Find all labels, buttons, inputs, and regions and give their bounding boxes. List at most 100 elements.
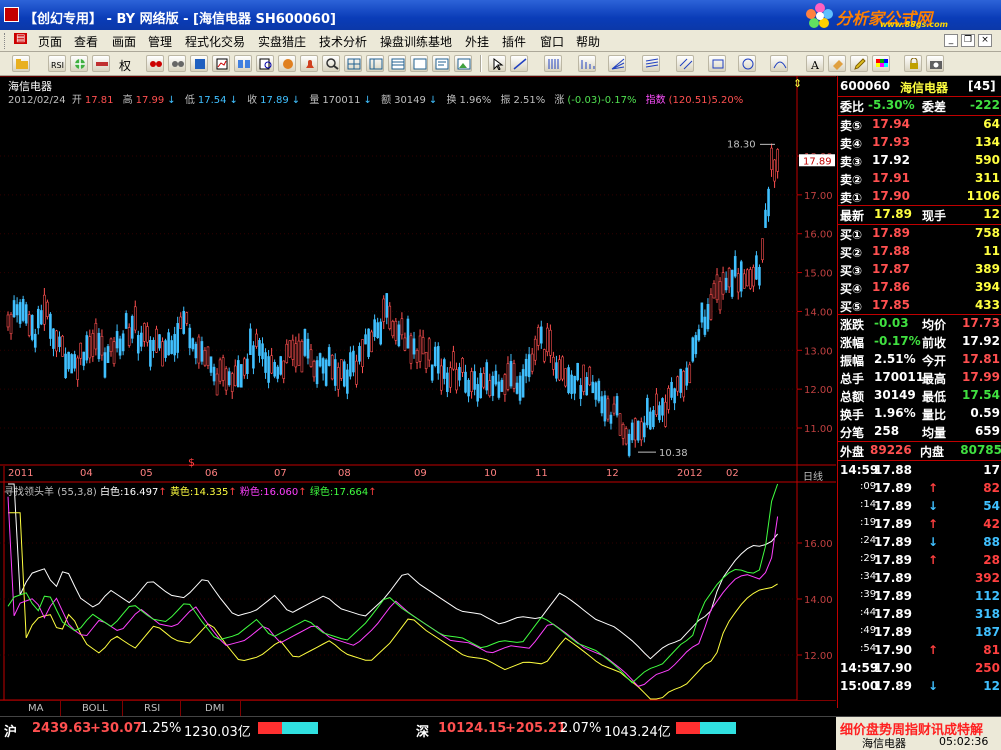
color-grid-icon[interactable]	[872, 55, 890, 72]
menu-item-manage[interactable]: 管理	[148, 33, 172, 50]
buy-level-label: 买⑤	[840, 300, 863, 314]
draw-multi-line-icon[interactable]	[544, 55, 562, 72]
menu-item-view[interactable]: 查看	[74, 33, 98, 50]
search-doc-icon[interactable]	[256, 55, 274, 72]
text-icon[interactable]: A	[806, 55, 824, 72]
draw-rect-icon[interactable]	[708, 55, 726, 72]
magnify-icon[interactable]	[322, 55, 340, 72]
candle-body	[746, 269, 749, 287]
price-tick-label: 11.00	[804, 424, 833, 435]
candle-body	[12, 300, 16, 318]
tick-arrow: ↑	[928, 553, 939, 567]
globe-icon[interactable]	[278, 55, 296, 72]
menu-item-page[interactable]: 页面	[38, 33, 62, 50]
tab-dmi[interactable]: DMI	[205, 703, 224, 714]
candle-body	[652, 410, 655, 428]
layout-icon[interactable]	[366, 55, 384, 72]
rsi-icon[interactable]: RSI	[48, 55, 66, 72]
glasses-icon[interactable]	[146, 55, 164, 72]
candle-body	[343, 361, 346, 387]
candle-body	[639, 421, 643, 441]
stat-label: 分笔	[840, 426, 865, 440]
candle-body	[191, 338, 195, 350]
bell-icon[interactable]	[300, 55, 318, 72]
stat-value: 170011	[874, 370, 925, 384]
draw-circle-icon[interactable]	[738, 55, 756, 72]
indicator-title: 寻找领头羊 (55,3,8) 白色:16.497↑ 黄色:14.335↑ 粉色:…	[4, 487, 377, 498]
open-book-icon[interactable]	[234, 55, 252, 72]
menu-item-help[interactable]: 帮助	[576, 33, 600, 50]
quan-label[interactable]: 权	[119, 57, 131, 74]
candle-body	[173, 334, 176, 356]
pointer-icon[interactable]	[488, 55, 506, 72]
crosshair-icon[interactable]	[70, 55, 88, 72]
link-icon[interactable]	[92, 55, 110, 72]
chart-panel[interactable]: 18.0017.0016.0015.0014.0013.0012.0011.00…	[0, 76, 836, 708]
draw-arc-icon[interactable]	[770, 55, 788, 72]
candle-body	[109, 338, 113, 352]
tick-arrow: ↓	[928, 499, 939, 513]
menu-item-training[interactable]: 操盘训练基地	[380, 33, 452, 50]
menu-doc-icon[interactable]: ▤	[14, 33, 28, 44]
menu-item-screen[interactable]: 画面	[112, 33, 136, 50]
period-label[interactable]: 日线	[803, 468, 823, 483]
candle-body	[509, 361, 513, 387]
tick-price: 17.89	[874, 481, 912, 495]
chart-canvas[interactable]: 18.0017.0016.0015.0014.0013.0012.0011.00…	[0, 76, 836, 708]
sell-price: 17.90	[872, 189, 910, 203]
mdi-minimize-button[interactable]: _	[944, 34, 958, 47]
indicator-yellow-label: 黄色:	[169, 487, 194, 498]
xianshou-label: 现手	[922, 209, 947, 223]
camera-icon[interactable]	[926, 55, 944, 72]
tick-volume: 17	[983, 463, 1000, 477]
info-index: (120.51)5.20%	[668, 95, 744, 106]
menu-item-tech-analysis[interactable]: 技术分析	[319, 33, 367, 50]
chart-doc-icon[interactable]	[212, 55, 230, 72]
table-icon[interactable]	[388, 55, 406, 72]
tab-ma[interactable]: MA	[28, 703, 43, 714]
sh-pct: 1.25%	[140, 721, 182, 736]
app-icon[interactable]	[4, 7, 19, 22]
candle-body	[294, 343, 298, 368]
tick-volume: 112	[974, 589, 1000, 603]
price-tick-label: 13.00	[804, 346, 833, 357]
draw-channel-icon[interactable]	[578, 55, 596, 72]
candle-body	[349, 352, 352, 377]
image-icon[interactable]	[454, 55, 472, 72]
tick-price: 17.89	[874, 625, 912, 639]
mdi-close-button[interactable]: ×	[978, 34, 992, 47]
info-close-label: 收	[247, 95, 258, 106]
menu-item-plugins[interactable]: 插件	[502, 33, 526, 50]
tick-price: 17.88	[874, 463, 912, 477]
draw-fan-icon[interactable]	[608, 55, 626, 72]
lock-icon[interactable]	[904, 55, 922, 72]
tab-rsi[interactable]: RSI	[144, 703, 160, 714]
candle-body	[497, 381, 501, 398]
glasses-gray-icon[interactable]	[168, 55, 186, 72]
tab-boll[interactable]: BOLL	[82, 703, 108, 714]
candle-body	[355, 360, 358, 385]
candle-body	[485, 362, 489, 391]
menu-item-hunt[interactable]: 实盘猎庄	[258, 33, 306, 50]
indicator-tick-label: 16.00	[804, 539, 833, 550]
menu-item-window[interactable]: 窗口	[540, 33, 564, 50]
candle-body	[524, 358, 528, 377]
mdi-restore-button[interactable]: ❐	[961, 34, 975, 47]
report-icon[interactable]	[432, 55, 450, 72]
menu-item-program-trading[interactable]: 程式化交易	[185, 33, 245, 50]
menu-item-plugin-ext[interactable]: 外挂	[465, 33, 489, 50]
grid-icon[interactable]	[344, 55, 362, 72]
window-icon[interactable]	[410, 55, 428, 72]
eraser-icon[interactable]	[828, 55, 846, 72]
pencil-icon[interactable]	[850, 55, 868, 72]
info-amount-label: 额	[381, 95, 392, 106]
buy-level-label: 买①	[840, 228, 863, 242]
draw-parallel-icon[interactable]	[676, 55, 694, 72]
open-folder-icon[interactable]	[12, 55, 30, 72]
draw-fib-icon[interactable]	[642, 55, 660, 72]
candle-body	[667, 387, 670, 410]
pan-row: 外盘 89226 内盘 80785	[838, 442, 1001, 460]
draw-line-icon[interactable]	[510, 55, 528, 72]
book-icon[interactable]	[190, 55, 208, 72]
tick-arrow: ↑	[928, 517, 939, 531]
